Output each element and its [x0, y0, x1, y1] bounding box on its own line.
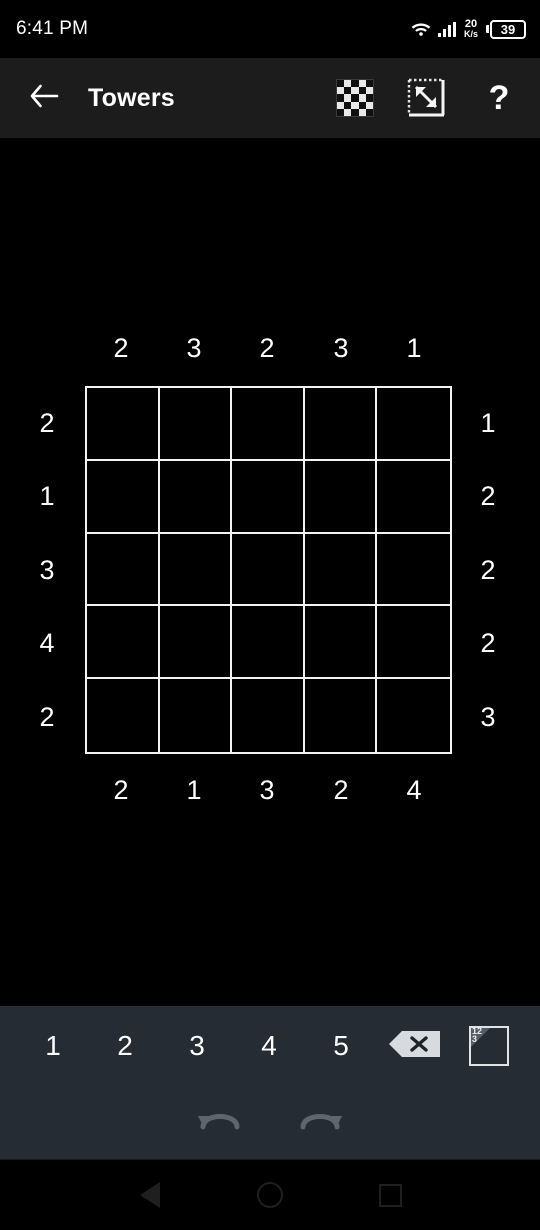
clue-right-5: 3 — [480, 702, 496, 732]
clue-left-3: 3 — [39, 555, 55, 585]
status-indicators: 20 K/s 39 — [410, 19, 526, 39]
table-row[interactable] — [87, 679, 160, 752]
keypad-row: 1 2 3 4 5 12 3 — [0, 1006, 540, 1086]
table-row[interactable] — [304, 533, 378, 607]
undo-button[interactable] — [188, 1095, 252, 1145]
table-row[interactable] — [159, 533, 233, 607]
undo-icon — [195, 1101, 245, 1140]
table-row[interactable] — [377, 679, 450, 752]
wifi-icon — [410, 21, 432, 37]
resize-button[interactable] — [404, 75, 450, 121]
table-row[interactable] — [87, 533, 160, 607]
table-row[interactable] — [87, 388, 160, 461]
table-row[interactable] — [377, 533, 450, 607]
keypad-bar: 1 2 3 4 5 12 3 — [0, 1006, 540, 1160]
key-5[interactable]: 5 — [305, 1011, 377, 1081]
table-row[interactable] — [304, 388, 378, 461]
table-row[interactable] — [232, 388, 305, 461]
clue-bottom-3: 3 — [259, 775, 275, 805]
key-2[interactable]: 2 — [89, 1011, 161, 1081]
clue-bottom-2: 1 — [186, 775, 202, 805]
back-button[interactable] — [22, 76, 66, 120]
table-row[interactable] — [377, 606, 450, 680]
clue-top-3: 2 — [259, 333, 275, 363]
towers-grid — [85, 386, 452, 754]
redo-icon — [295, 1101, 345, 1140]
key-4[interactable]: 4 — [233, 1011, 305, 1081]
battery-percent: 39 — [500, 21, 516, 37]
nav-recents-icon — [378, 1183, 402, 1207]
clue-left-5: 2 — [39, 702, 55, 732]
table-row[interactable] — [232, 679, 305, 752]
table-row[interactable] — [159, 679, 233, 752]
table-row[interactable] — [377, 388, 450, 461]
table-row[interactable] — [159, 460, 233, 534]
nav-home-button[interactable] — [240, 1165, 300, 1225]
table-row[interactable] — [232, 533, 305, 607]
status-bar: 6:41 PM 20 K/s 39 — [0, 0, 540, 58]
clue-right-3: 2 — [480, 555, 496, 585]
table-row[interactable] — [87, 460, 160, 534]
clue-left-2: 1 — [39, 481, 55, 511]
back-arrow-icon — [29, 83, 59, 114]
clue-right-1: 1 — [480, 408, 496, 438]
pencil-marks-digits-bottom: 3 — [472, 1034, 478, 1044]
game-area: 2 3 2 3 1 2 1 3 4 2 1 2 2 2 3 2 1 3 2 4 — [0, 138, 540, 1006]
game-type-button[interactable] — [332, 75, 378, 121]
nav-recents-button[interactable] — [360, 1165, 420, 1225]
clue-right-2: 2 — [480, 481, 496, 511]
battery-nub — [486, 25, 489, 33]
table-row[interactable] — [159, 388, 233, 461]
clue-bottom-1: 2 — [113, 775, 129, 805]
backspace-button[interactable] — [377, 1011, 453, 1081]
checkerboard-icon — [336, 79, 374, 117]
table-row[interactable] — [304, 606, 378, 680]
pencil-marks-digits: 12 3 — [472, 1027, 482, 1044]
resize-icon — [407, 78, 447, 118]
nav-back-button[interactable] — [120, 1165, 180, 1225]
status-time: 6:41 PM — [16, 18, 89, 39]
battery-icon: 39 — [486, 19, 526, 39]
clue-left-1: 2 — [39, 408, 55, 438]
app-bar-actions: ? — [332, 75, 522, 121]
clue-bottom-5: 4 — [406, 775, 422, 805]
undo-redo-row — [0, 1090, 540, 1150]
clue-left-4: 4 — [39, 628, 55, 658]
signal-bars-icon — [437, 21, 456, 37]
nav-back-icon — [140, 1182, 160, 1208]
table-row[interactable] — [377, 460, 450, 534]
pencil-marks-icon: 12 3 — [469, 1026, 509, 1066]
table-row[interactable] — [304, 679, 378, 752]
clue-top-1: 2 — [113, 333, 129, 363]
table-row[interactable] — [232, 606, 305, 680]
table-row[interactable] — [304, 460, 378, 534]
nav-home-icon — [257, 1182, 283, 1208]
table-row[interactable] — [159, 606, 233, 680]
key-3[interactable]: 3 — [161, 1011, 233, 1081]
clue-top-2: 3 — [186, 333, 202, 363]
battery-body: 39 — [490, 19, 526, 39]
clue-bottom-4: 2 — [333, 775, 349, 805]
clue-top-5: 1 — [406, 333, 422, 363]
help-button[interactable]: ? — [476, 75, 522, 121]
backspace-icon — [388, 1030, 442, 1063]
clue-right-4: 2 — [480, 628, 496, 658]
clue-top-4: 3 — [333, 333, 349, 363]
question-mark-icon: ? — [488, 79, 510, 117]
redo-button[interactable] — [288, 1095, 352, 1145]
app-bar: Towers ? — [0, 58, 540, 138]
pencil-marks-button[interactable]: 12 3 — [453, 1011, 525, 1081]
page-title: Towers — [88, 83, 175, 112]
android-nav-bar — [0, 1160, 540, 1230]
table-row[interactable] — [87, 606, 160, 680]
network-speed-unit: K/s — [463, 29, 478, 39]
towers-grid-inner — [87, 388, 450, 752]
key-1[interactable]: 1 — [17, 1011, 89, 1081]
table-row[interactable] — [232, 460, 305, 534]
network-speed-indicator: 20 K/s — [464, 19, 478, 39]
